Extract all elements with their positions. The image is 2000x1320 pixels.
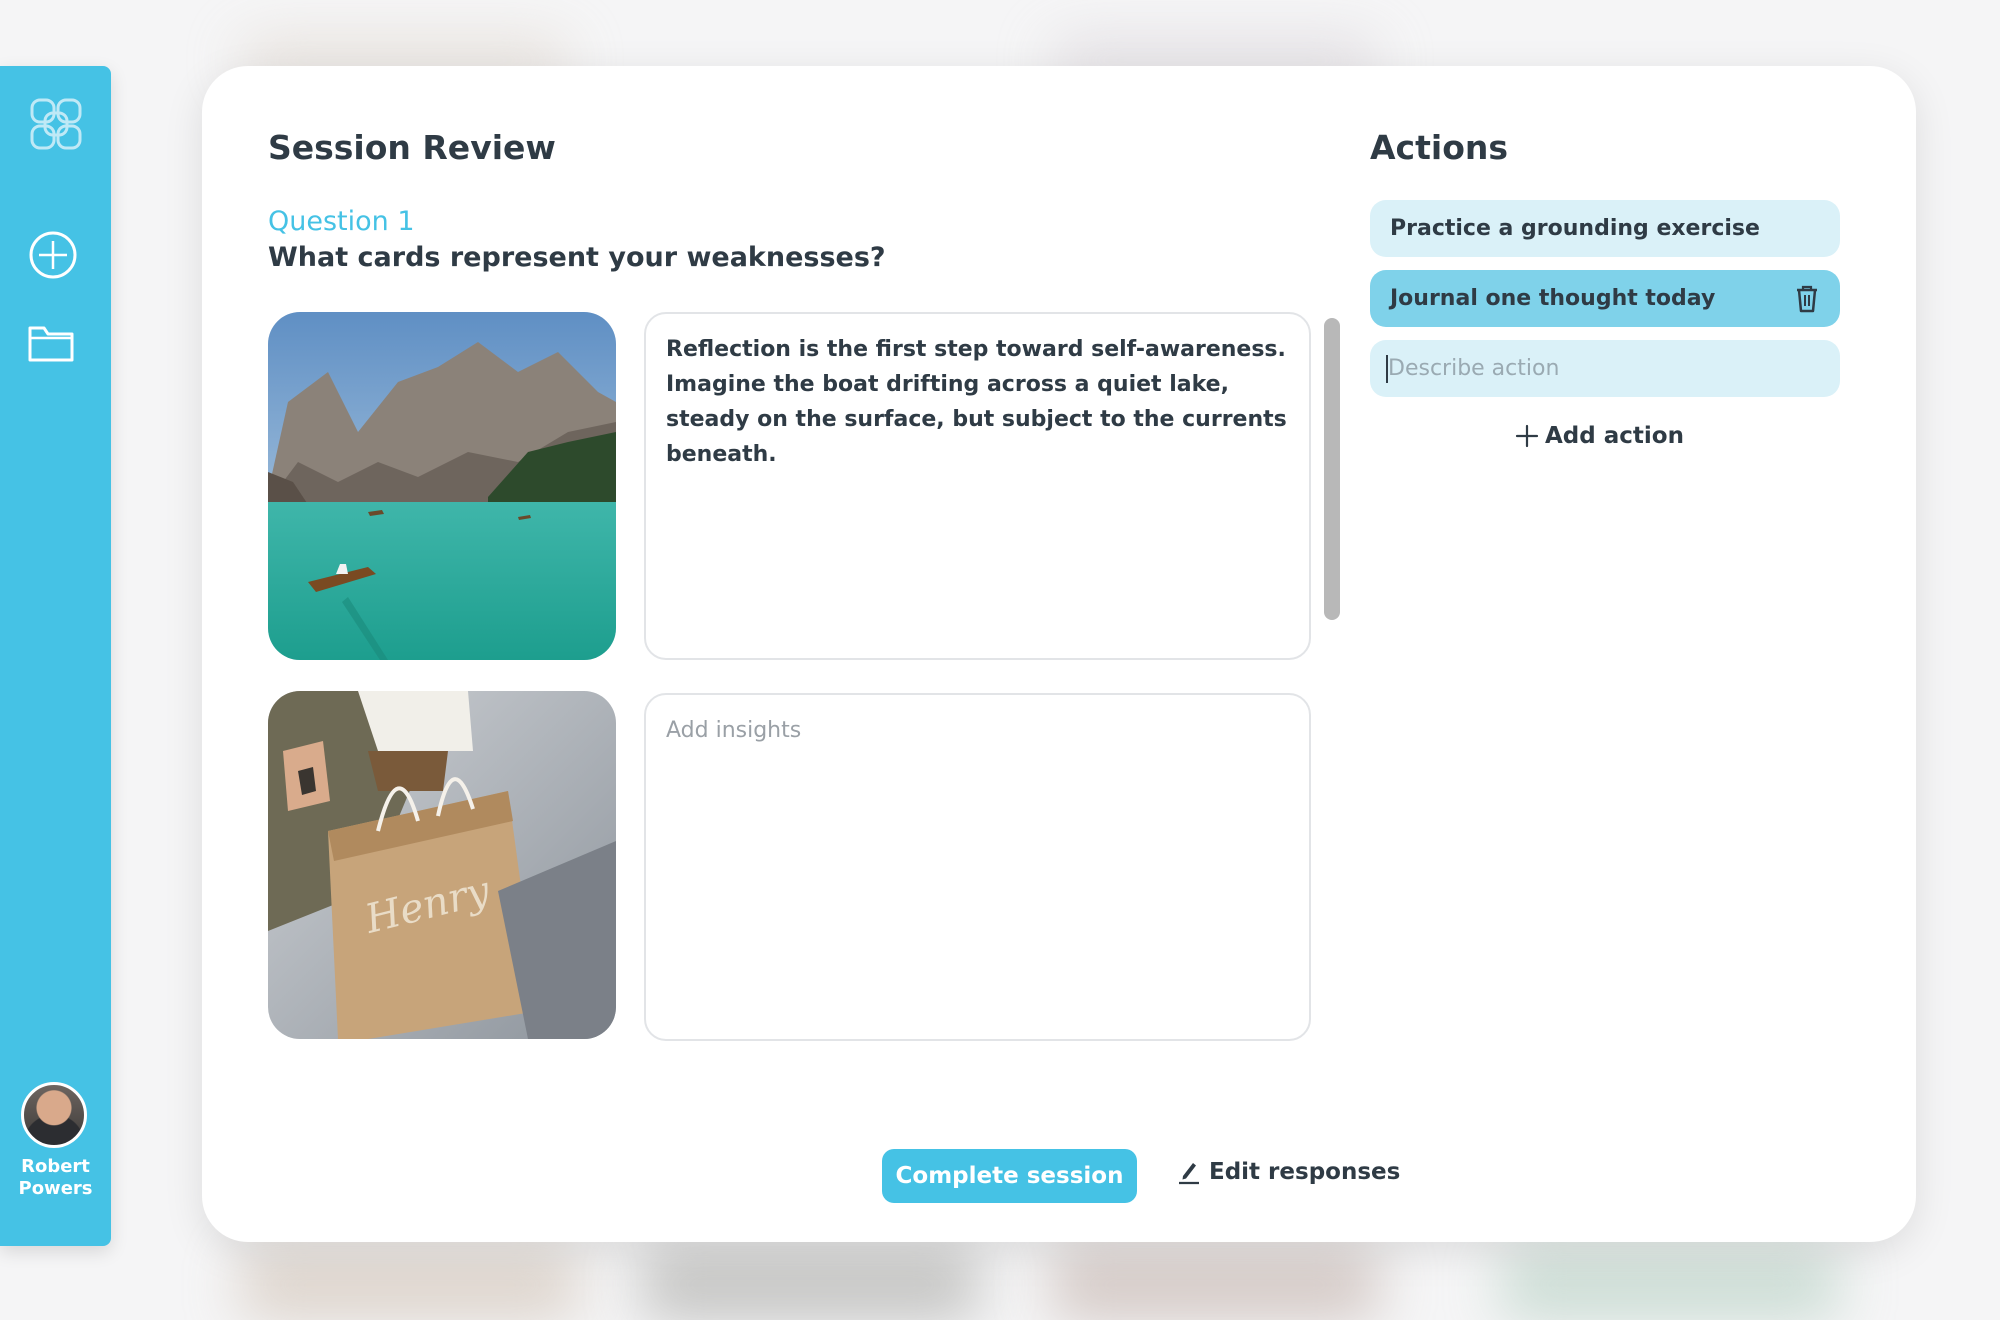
card-image-shopping-bag[interactable]: Henry	[268, 691, 616, 1039]
background-blur	[1050, 1250, 1380, 1320]
card-1-reflection-text[interactable]: Reflection is the first step toward self…	[644, 312, 1311, 660]
action-item-label: Journal one thought today	[1390, 286, 1716, 311]
question-number: Question 1	[268, 206, 415, 237]
edit-responses-button[interactable]: Edit responses	[1177, 1159, 1400, 1185]
scrollbar[interactable]	[1324, 318, 1340, 620]
action-item[interactable]: Practice a grounding exercise	[1370, 200, 1840, 257]
user-first-name: Robert	[21, 1156, 90, 1177]
page-title: Session Review	[268, 128, 556, 167]
background-blur	[640, 1250, 980, 1320]
action-item-label: Practice a grounding exercise	[1390, 216, 1760, 241]
add-action-label: Add action	[1545, 423, 1684, 449]
text-caret	[1386, 355, 1388, 383]
card-image-mountain-lake[interactable]	[268, 312, 616, 660]
card-2-insights-field[interactable]: Add insights	[644, 693, 1311, 1041]
action-item-selected[interactable]: Journal one thought today	[1370, 270, 1840, 327]
avatar[interactable]	[21, 1082, 87, 1148]
dashboard-clock-icon[interactable]	[26, 228, 80, 282]
folder-icon[interactable]	[26, 320, 78, 366]
actions-title: Actions	[1370, 128, 1508, 167]
background-blur	[240, 1250, 580, 1320]
add-action-button[interactable]: Add action	[1515, 423, 1684, 449]
describe-action-input[interactable]	[1370, 340, 1840, 397]
question-text: What cards represent your weaknesses?	[268, 242, 886, 273]
user-last-name: Powers	[18, 1178, 93, 1199]
trash-icon[interactable]	[1794, 284, 1820, 314]
user-name: Robert Powers	[0, 1156, 111, 1200]
edit-responses-label: Edit responses	[1209, 1159, 1401, 1185]
sidebar: Robert Powers	[0, 66, 111, 1246]
pencil-icon	[1179, 1163, 1199, 1185]
app-logo-icon[interactable]	[26, 94, 86, 154]
background-blur	[1500, 1250, 1840, 1320]
plus-icon	[1515, 424, 1539, 448]
complete-session-button[interactable]: Complete session	[882, 1149, 1137, 1203]
session-review-card: Session Review Question 1 What cards rep…	[202, 66, 1916, 1242]
